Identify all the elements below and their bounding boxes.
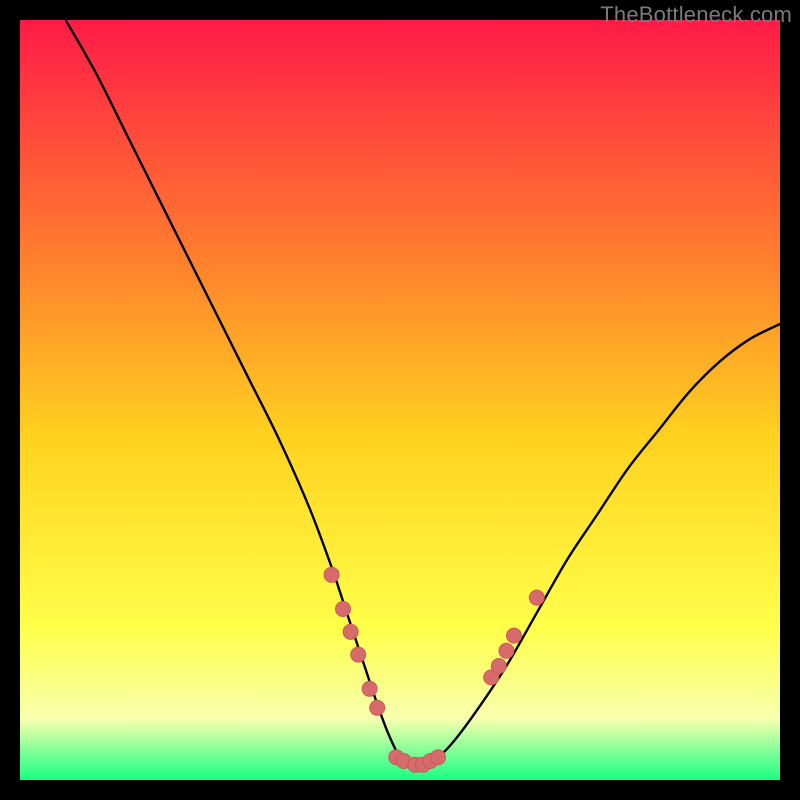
chart-frame: [20, 20, 780, 780]
curve-marker: [491, 659, 506, 674]
curve-marker: [529, 590, 544, 605]
curve-marker: [336, 602, 351, 617]
curve-marker: [343, 624, 358, 639]
curve-marker: [351, 647, 366, 662]
curve-marker: [431, 750, 446, 765]
bottleneck-chart: [20, 20, 780, 780]
curve-marker: [362, 681, 377, 696]
curve-marker: [370, 700, 385, 715]
curve-marker: [324, 567, 339, 582]
curve-marker: [499, 643, 514, 658]
watermark-text: TheBottleneck.com: [600, 2, 792, 28]
gradient-background: [20, 20, 780, 780]
curve-marker: [507, 628, 522, 643]
